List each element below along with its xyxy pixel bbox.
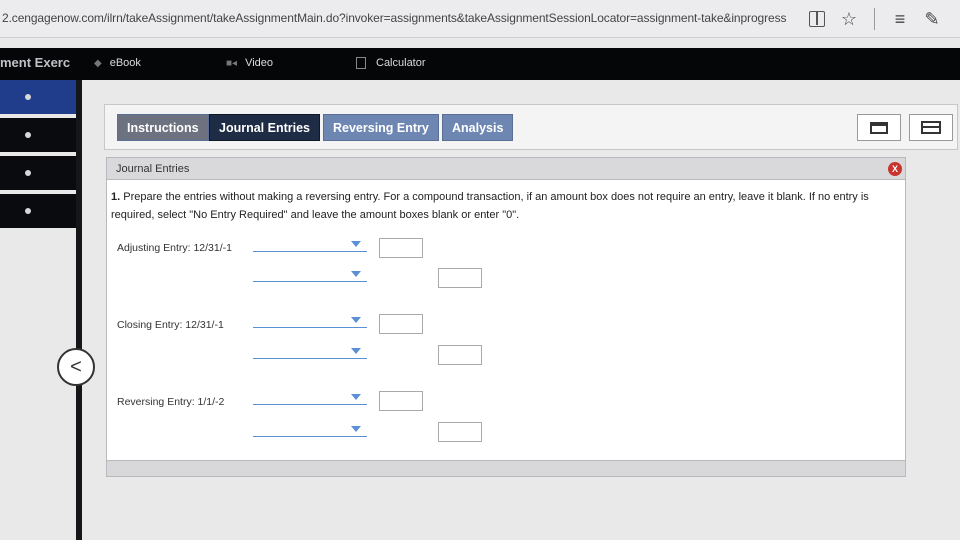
calculator-label: Calculator (376, 57, 426, 69)
entry-label-closing: Closing Entry: 12/31/-1 (117, 319, 224, 331)
video-button[interactable]: ■◂ Video (226, 57, 273, 69)
nav-item-4[interactable] (0, 194, 76, 228)
sidebar-edge (76, 80, 82, 540)
layout-single-button[interactable] (857, 114, 901, 141)
account-dropdown-adjusting-credit[interactable] (253, 268, 367, 282)
instruction-text: 1. Prepare the entries without making a … (111, 188, 891, 224)
nav-item-2[interactable] (0, 118, 76, 152)
credit-amount-closing[interactable] (438, 345, 482, 365)
debit-amount-closing[interactable] (379, 314, 423, 334)
ebook-label: eBook (109, 57, 141, 69)
entry-label-adjusting: Adjusting Entry: 12/31/-1 (117, 242, 232, 254)
app-toolbar: ment Exerc ◆ eBook ■◂ Video Calculator (0, 48, 960, 80)
app-title: ment Exerc (0, 55, 71, 70)
video-icon: ■◂ (226, 57, 238, 69)
credit-amount-reversing[interactable] (438, 422, 482, 442)
panel-header: Journal Entries X (107, 158, 905, 180)
address-url[interactable]: 2.cengagenow.com/ilrn/takeAssignment/tak… (2, 11, 786, 25)
tab-journal-entries[interactable]: Journal Entries (209, 114, 320, 141)
back-button[interactable]: < (57, 348, 95, 386)
chevron-down-icon (351, 348, 361, 354)
calculator-button[interactable]: Calculator (356, 57, 426, 69)
panel-title: Journal Entries (116, 163, 190, 175)
chevron-down-icon (351, 394, 361, 400)
nav-dot-icon (25, 132, 31, 138)
chevron-down-icon (351, 271, 361, 277)
credit-amount-adjusting[interactable] (438, 268, 482, 288)
debit-amount-adjusting[interactable] (379, 238, 423, 258)
browser-toolbar-icons: ☆ ≡ ✎ (806, 7, 953, 31)
account-dropdown-adjusting-debit[interactable] (253, 238, 367, 252)
calculator-icon (356, 57, 366, 69)
reading-view-icon[interactable] (806, 8, 828, 30)
web-note-icon[interactable]: ✎ (921, 8, 943, 30)
tab-instructions[interactable]: Instructions (117, 114, 209, 141)
video-label: Video (245, 57, 273, 69)
journal-entries-panel: Journal Entries X 1. Prepare the entries… (106, 157, 906, 477)
chevron-down-icon (351, 426, 361, 432)
left-navigation (0, 80, 76, 232)
browser-address-bar: 2.cengagenow.com/ilrn/takeAssignment/tak… (0, 0, 960, 38)
instruction-number: 1. (111, 191, 121, 203)
tab-analysis[interactable]: Analysis (442, 114, 514, 141)
nav-item-1[interactable] (0, 80, 76, 114)
panel-footer (107, 460, 905, 476)
close-icon[interactable]: X (888, 162, 902, 176)
nav-dot-icon (25, 170, 31, 176)
favorite-star-icon[interactable]: ☆ (838, 8, 860, 30)
chevron-down-icon (351, 317, 361, 323)
layout-split-button[interactable] (909, 114, 953, 141)
toolbar-divider (874, 8, 875, 30)
nav-dot-icon (25, 208, 31, 214)
instruction-body: Prepare the entries without making a rev… (111, 191, 869, 221)
chevron-left-icon: < (70, 355, 82, 378)
tab-strip: Instructions Journal Entries Reversing E… (104, 104, 958, 150)
debit-amount-reversing[interactable] (379, 391, 423, 411)
ebook-icon: ◆ (94, 57, 102, 69)
chevron-down-icon (351, 241, 361, 247)
nav-dot-icon (25, 94, 31, 100)
tab-reversing-entry[interactable]: Reversing Entry (323, 114, 439, 141)
account-dropdown-reversing-debit[interactable] (253, 391, 367, 405)
nav-item-3[interactable] (0, 156, 76, 190)
layout-split-icon (921, 121, 941, 134)
layout-single-icon (870, 121, 888, 134)
account-dropdown-closing-credit[interactable] (253, 345, 367, 359)
account-dropdown-closing-debit[interactable] (253, 314, 367, 328)
entry-label-reversing: Reversing Entry: 1/1/-2 (117, 396, 225, 408)
account-dropdown-reversing-credit[interactable] (253, 423, 367, 437)
ebook-button[interactable]: ◆ eBook (94, 57, 141, 69)
hub-icon[interactable]: ≡ (889, 8, 911, 30)
